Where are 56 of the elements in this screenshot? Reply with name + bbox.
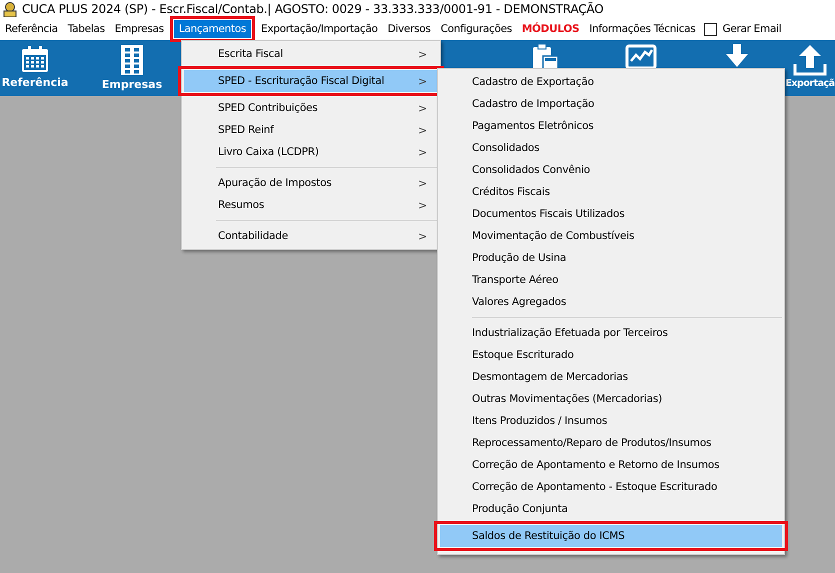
menu-item[interactable]: Livro Caixa (LCDPR) > [184, 141, 438, 163]
toolbar-button[interactable]: Exportaçã [785, 40, 835, 96]
menu-item[interactable]: Produção Conjunta [440, 498, 782, 520]
submenu-arrow-icon: > [418, 198, 432, 212]
submenu-arrow-icon: > [418, 176, 432, 190]
menu-item[interactable]: SPED Reinf > [184, 119, 438, 141]
down-arrow-icon [724, 44, 750, 68]
submenu-arrow-icon: > [418, 48, 432, 60]
menu-item[interactable]: Configurações [436, 20, 517, 38]
menu-item[interactable]: Saldos de Restituição do ICMS [440, 525, 782, 547]
menu-item[interactable]: Exportação/Importação [256, 20, 383, 38]
menu-item[interactable]: Estoque Escriturado [440, 344, 782, 366]
menu-item[interactable]: Cadastro de Exportação [440, 71, 782, 93]
menu-item[interactable]: Consolidados Convênio [440, 159, 782, 181]
menu-item[interactable]: MÓDULOS [516, 20, 584, 38]
menu-item[interactable]: Consolidados [440, 137, 782, 159]
menu-item[interactable]: Lançamentos [174, 20, 252, 38]
menu-item[interactable]: Transporte Aéreo [440, 269, 782, 291]
submenu-arrow-icon: > [418, 74, 432, 88]
menu-item[interactable]: Contabilidade > [184, 225, 438, 247]
calendar-icon [20, 44, 50, 74]
menu-item[interactable]: SPED - Escrituração Fiscal Digital > [184, 70, 438, 92]
menu-item[interactable]: Empresas [110, 20, 169, 38]
submenu-arrow-icon: > [418, 146, 432, 158]
menu-item[interactable]: Movimentação de Combustíveis [440, 225, 782, 247]
menu-item[interactable]: Referência [0, 20, 63, 38]
window-title: CUCA PLUS 2024 (SP) - Escr.Fiscal/Contab.| AGOSTO: 0029 - 33.333.333/0001-91 - DEMONSTRAÇÃO [22, 2, 604, 16]
upload-icon [793, 44, 827, 76]
monitor-chart-icon [625, 44, 657, 68]
app-logo-icon [2, 2, 18, 16]
menu-item[interactable]: Produção de Usina [440, 247, 782, 269]
menu-item[interactable]: SPED Contribuições > [184, 97, 438, 119]
menu-item[interactable]: Itens Produzidos / Insumos [440, 410, 782, 432]
menu-item[interactable]: Diversos [382, 20, 436, 38]
menu-item[interactable]: Cadastro de Importação [440, 93, 782, 115]
menu-item[interactable]: Correção de Apontamento e Retorno de Insumos [440, 454, 782, 476]
menu-item[interactable]: Tabelas [62, 20, 110, 38]
menu-item[interactable]: Correção de Apontamento - Estoque Escriturado [440, 476, 782, 498]
menu-item[interactable]: Apuração de Impostos > [184, 172, 438, 194]
menu-item[interactable]: Valores Agregados [440, 291, 782, 313]
building-icon [120, 44, 144, 76]
submenu-arrow-icon: > [418, 124, 432, 136]
menu-item[interactable]: Pagamentos Eletrônicos [440, 115, 782, 137]
menu-item[interactable]: Outras Movimentações (Mercadorias) [440, 388, 782, 410]
checkbox[interactable] [704, 22, 718, 36]
submenu-arrow-icon: > [418, 230, 432, 242]
submenu-arrow-icon: > [418, 102, 432, 114]
menu-item[interactable]: Resumos > [184, 194, 438, 216]
menu-item[interactable]: Gerar Email [722, 23, 782, 35]
menu-item[interactable]: Desmontagem de Mercadorias [440, 366, 782, 388]
menu-item[interactable]: Informações Técnicas [584, 20, 700, 38]
menu-item[interactable]: Documentos Fiscais Utilizados [440, 203, 782, 225]
menu-item[interactable]: Industrialização Efetuada por Terceiros [440, 322, 782, 344]
toolbar-button[interactable]: Referência [0, 40, 70, 96]
menu-item[interactable]: Créditos Fiscais [440, 181, 782, 203]
menu-item[interactable]: Reprocessamento/Reparo de Produtos/Insumos [440, 432, 782, 454]
